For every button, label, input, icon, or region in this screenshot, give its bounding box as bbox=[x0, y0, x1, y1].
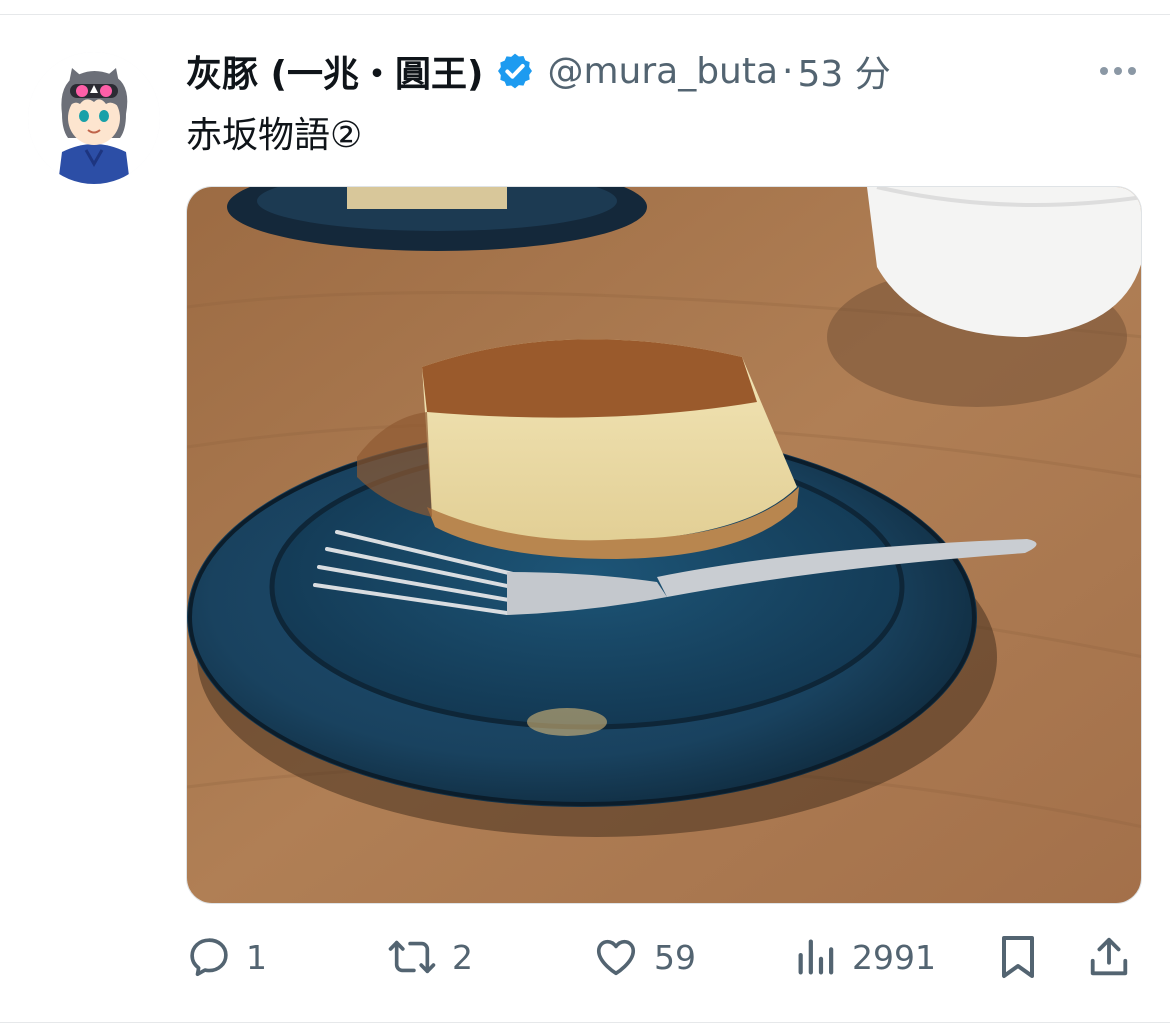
more-dot bbox=[1100, 67, 1108, 75]
reply-count: 1 bbox=[246, 937, 267, 977]
views-button[interactable]: 2991 bbox=[794, 922, 936, 992]
views-count: 2991 bbox=[852, 937, 936, 977]
avatar-illustration bbox=[28, 52, 160, 184]
tweet-photo[interactable] bbox=[186, 186, 1142, 904]
more-dot bbox=[1128, 67, 1136, 75]
tweet-header: 灰豚 (一兆・圓王) @mura_buta · 53 分 bbox=[186, 46, 1086, 96]
more-options-icon[interactable] bbox=[1092, 54, 1144, 88]
like-count: 59 bbox=[654, 937, 696, 977]
tiramisu-photo bbox=[187, 187, 1141, 903]
display-name[interactable]: 灰豚 (一兆・圓王) bbox=[186, 45, 483, 97]
views-chart-icon bbox=[798, 939, 834, 975]
retweet-count: 2 bbox=[452, 937, 473, 977]
bookmark-icon bbox=[1002, 936, 1034, 978]
retweet-button[interactable]: 2 bbox=[386, 922, 473, 992]
tweet-text: 赤坂物語② bbox=[186, 115, 363, 156]
avatar[interactable] bbox=[28, 52, 160, 184]
share-icon bbox=[1090, 937, 1128, 976]
timestamp[interactable]: 53 分 bbox=[798, 45, 891, 97]
verified-badge-icon bbox=[498, 53, 533, 89]
tweet-actions: 1 2 59 2991 bbox=[186, 922, 1146, 992]
top-divider bbox=[0, 14, 1170, 15]
reply-button[interactable]: 1 bbox=[186, 922, 267, 992]
share-button[interactable] bbox=[1086, 922, 1132, 992]
meta-separator: · bbox=[782, 50, 794, 92]
more-dot bbox=[1114, 67, 1122, 75]
retweet-icon bbox=[388, 940, 436, 974]
reply-icon bbox=[190, 938, 228, 977]
bottom-divider bbox=[0, 1022, 1170, 1023]
user-handle[interactable]: @mura_buta bbox=[547, 51, 778, 92]
heart-icon bbox=[596, 939, 636, 976]
like-button[interactable]: 59 bbox=[592, 922, 696, 992]
bookmark-button[interactable] bbox=[996, 922, 1040, 992]
